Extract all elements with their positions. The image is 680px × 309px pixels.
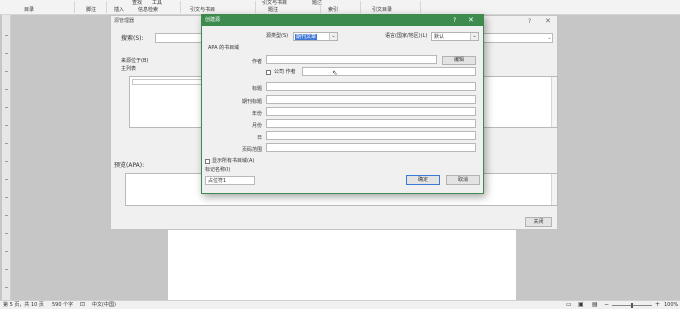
zoom-in-icon[interactable]: + — [655, 302, 660, 308]
document-page[interactable] — [168, 222, 516, 300]
source-location-label: 来源位于(B) — [121, 58, 149, 64]
tag-name-label: 标记名称(I) — [205, 167, 231, 173]
search-label: 搜索(S): — [121, 35, 144, 42]
vertical-ruler — [2, 15, 11, 300]
field-label: 年份 — [251, 111, 262, 117]
ribbon-find[interactable]: 查找 — [132, 1, 142, 6]
read-mode-icon[interactable]: ▭ — [566, 302, 572, 308]
corporate-author-input[interactable] — [302, 67, 476, 76]
zoom-level[interactable]: 100% — [664, 303, 678, 308]
print-layout-icon[interactable]: ▣ — [578, 302, 584, 308]
author-label: 作者 — [251, 59, 262, 65]
ribbon-tools[interactable]: 工具 — [152, 1, 162, 6]
ribbon-group-captions: 题注 — [268, 7, 279, 13]
year-input[interactable] — [266, 107, 476, 116]
cancel-button[interactable]: 取消 — [446, 175, 480, 185]
ribbon-group-toc: 目录 — [24, 7, 35, 13]
tag-name-input[interactable]: 占位符1 — [205, 176, 255, 185]
language-select[interactable]: 默认 ⌄ — [431, 32, 479, 41]
list-scrollbar[interactable] — [551, 77, 557, 127]
zoom-out-icon[interactable]: − — [604, 302, 609, 308]
corporate-author-checkbox[interactable] — [266, 70, 271, 75]
close-icon[interactable]: ✕ — [545, 18, 551, 25]
chevron-down-icon: ⌄ — [470, 33, 478, 40]
ribbon-group-research: 信息检索 — [138, 7, 159, 13]
mouse-cursor-icon: ⇖ — [332, 69, 338, 77]
help-icon[interactable]: ? — [453, 18, 456, 24]
chevron-down-icon: ⌄ — [329, 33, 337, 40]
proofing-icon[interactable]: ⊡ — [80, 302, 85, 308]
close-button[interactable]: 关闭 — [525, 217, 552, 227]
apa-section-label: APA 的书目域 — [208, 45, 240, 51]
pages-input[interactable] — [266, 143, 476, 152]
create-source-dialog: 创建源 ? ✕ 源类型(S) 期刊文章 ⌄ 语言(国家/地区)(L) 默认 ⌄ … — [201, 14, 484, 194]
ribbon-citations-top[interactable]: 引文与书目 — [262, 1, 287, 6]
language-value: 默认 — [434, 34, 445, 40]
field-label: 月份 — [251, 123, 262, 129]
month-input[interactable] — [266, 119, 476, 128]
preview-label: 预览(APA): — [114, 162, 145, 169]
show-all-fields-checkbox[interactable] — [205, 159, 210, 164]
ribbon-group-toa: 引文目录 — [372, 7, 393, 13]
master-list-label: 主列表 — [121, 66, 137, 72]
corporate-author-label: 公司 作者 — [274, 69, 296, 75]
list-item[interactable] — [132, 79, 204, 85]
manager-title: 源管理器 — [114, 18, 135, 24]
field-label: 日 — [256, 135, 262, 141]
dialog-titlebar[interactable]: 创建源 ? ✕ — [202, 15, 483, 26]
source-type-select[interactable]: 期刊文章 ⌄ — [293, 32, 338, 41]
language-indicator[interactable]: 中文(中国) — [92, 303, 116, 308]
author-input[interactable] — [266, 55, 437, 64]
chevron-down-icon[interactable]: ⌄ — [547, 34, 552, 42]
word-count[interactable]: 590 个字 — [52, 303, 73, 308]
field-label: 页码范围 — [241, 147, 262, 153]
ribbon-group-insert: 插入 — [114, 7, 125, 13]
close-icon[interactable]: ✕ — [468, 17, 474, 24]
ok-button[interactable]: 确定 — [406, 175, 440, 185]
title-input[interactable] — [266, 82, 476, 91]
source-type-label: 源类型(S) — [266, 33, 289, 39]
language-label: 语言(国家/地区)(L) — [385, 33, 428, 39]
zoom-slider-thumb[interactable] — [631, 303, 633, 308]
show-all-fields-label: 显示所有书目域(A) — [212, 158, 255, 164]
edit-button[interactable]: 编辑 — [442, 56, 476, 65]
field-label: 期刊标题 — [241, 99, 262, 105]
help-icon[interactable]: ? — [528, 19, 531, 25]
ribbon-group-index: 索引 — [328, 7, 339, 13]
ribbon-group-footnotes: 脚注 — [86, 7, 97, 13]
status-bar: 第 5 页，共 10 页 590 个字 ⊡ 中文(中国) ▭ ▣ ▤ − + 1… — [0, 300, 680, 309]
journal-title-input[interactable] — [266, 95, 476, 104]
dialog-title: 创建源 — [205, 17, 221, 23]
field-label: 标题 — [251, 86, 262, 92]
day-input[interactable] — [266, 131, 476, 140]
preview-scrollbar[interactable] — [551, 174, 557, 205]
ribbon-group-citations: 引文与书目 — [190, 7, 216, 13]
ribbon: 查找 工具 引文与书目 题注 目录 脚注 插入 信息检索 引文与书目 题注 索引… — [0, 0, 680, 15]
web-layout-icon[interactable]: ▤ — [592, 302, 598, 308]
page-count[interactable]: 第 5 页，共 10 页 — [3, 303, 44, 308]
source-type-value: 期刊文章 — [295, 34, 318, 40]
